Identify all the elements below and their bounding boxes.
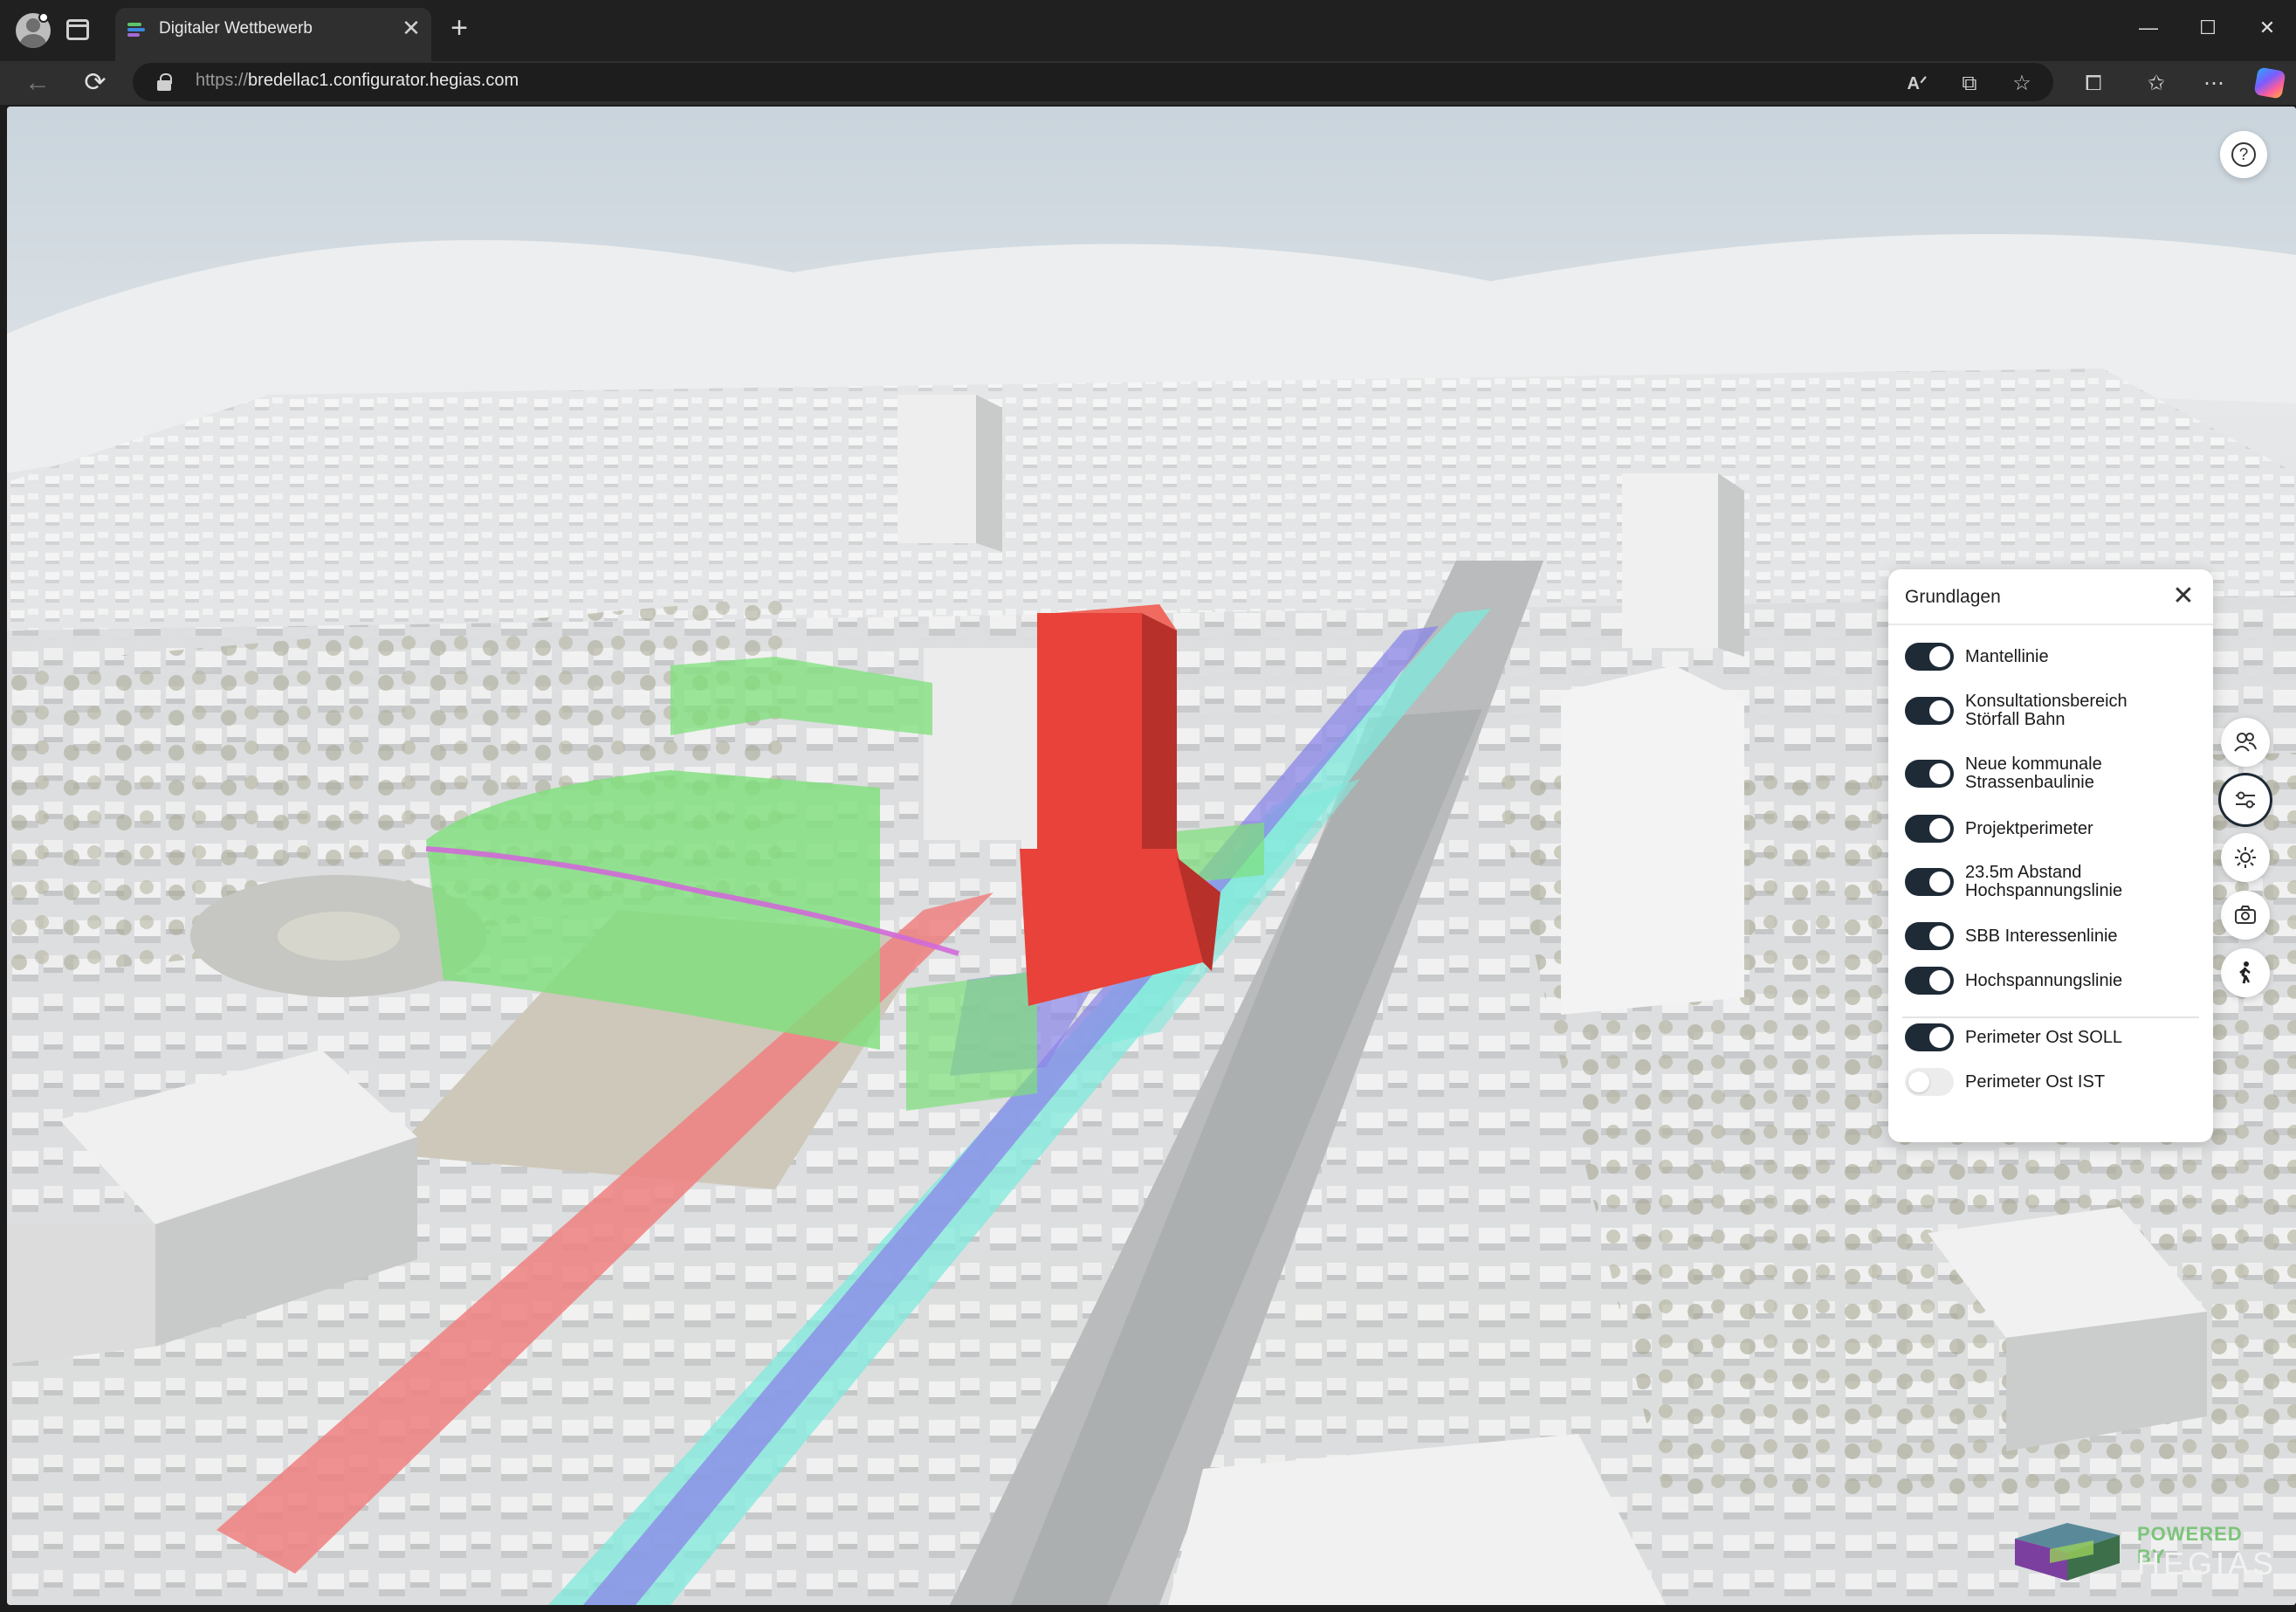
layer-toggle[interactable] — [1905, 697, 1954, 725]
lock-icon[interactable] — [157, 73, 172, 91]
layer-toggle[interactable] — [1905, 1023, 1954, 1051]
favorite-star-icon[interactable]: ☆ — [2006, 68, 2038, 100]
layer-toggle[interactable] — [1905, 643, 1954, 671]
tab-actions-icon[interactable] — [66, 19, 89, 40]
layer-label: Konsultationsbereich Störfall Bahn — [1965, 692, 2128, 729]
layer-toggle[interactable] — [1905, 815, 1954, 843]
layers-sliders-icon — [2236, 791, 2255, 809]
people-icon — [2234, 733, 2257, 752]
walk-icon — [2239, 961, 2251, 984]
read-aloud-icon[interactable]: Aᐟ — [1901, 68, 1933, 100]
minimize-button[interactable]: — — [2128, 10, 2169, 45]
help-button[interactable]: ? — [2220, 131, 2267, 178]
layer-label: SBB Interessenlinie — [1965, 927, 2118, 946]
powered-by-hegias-logo: POWERED BY HEGIAS — [2015, 1518, 2277, 1588]
layer-toggle[interactable] — [1905, 760, 1954, 788]
tab-close-icon[interactable]: ✕ — [398, 15, 424, 41]
reload-button[interactable]: ⟳ — [77, 65, 113, 101]
layer-label: Hochspannungslinie — [1965, 971, 2123, 990]
tab-favicon-icon — [127, 23, 145, 37]
layer-toggle[interactable] — [1905, 922, 1954, 950]
sun-tool-button[interactable] — [2221, 833, 2270, 882]
hegias-logo-icon — [2015, 1523, 2120, 1581]
close-window-button[interactable]: ✕ — [2247, 10, 2287, 45]
copilot-icon[interactable] — [2253, 66, 2286, 100]
help-icon: ? — [2231, 142, 2256, 167]
camera-icon — [2235, 906, 2256, 924]
walk-tool-button[interactable] — [2221, 948, 2270, 997]
layer-label: Projektperimeter — [1965, 819, 2093, 838]
favorites-icon[interactable]: ✩ — [2141, 68, 2172, 100]
layer-label: Perimeter Ost SOLL — [1965, 1028, 2123, 1047]
more-icon[interactable]: ⋯ — [2198, 68, 2230, 100]
panel-divider — [1888, 623, 2213, 625]
layer-label: Mantellinie — [1965, 647, 2049, 666]
3d-viewport[interactable]: ? Grundlagen ✕ Mantellinie Konsultations… — [7, 107, 2296, 1605]
url-protocol: https:// — [196, 71, 249, 90]
app-available-icon[interactable]: ⧉ — [1954, 68, 1985, 100]
panel-close-icon[interactable]: ✕ — [2168, 582, 2199, 613]
grundlagen-panel: Grundlagen ✕ Mantellinie Konsultationsbe… — [1888, 569, 2213, 1142]
layer-toggle[interactable] — [1905, 967, 1954, 995]
layer-toggle[interactable] — [1905, 1068, 1954, 1096]
panel-title: Grundlagen — [1905, 587, 2001, 607]
layer-label: 23.5m Abstand Hochspannungslinie — [1965, 863, 2123, 900]
sun-icon — [2235, 847, 2256, 868]
url-text[interactable]: https://bredellac1.configurator.hegias.c… — [196, 71, 519, 91]
people-tool-button[interactable] — [2221, 718, 2270, 767]
camera-tool-button[interactable] — [2221, 891, 2270, 940]
layer-toggle[interactable] — [1905, 868, 1954, 896]
layer-group-divider — [1902, 1016, 2199, 1018]
layer-label: Perimeter Ost IST — [1965, 1072, 2106, 1092]
layers-tool-button[interactable] — [2221, 775, 2270, 824]
new-tab-button[interactable]: + — [443, 12, 475, 44]
hegias-wordmark: HEGIAS — [2137, 1546, 2278, 1581]
layer-label: Neue kommunale Strassenbaulinie — [1965, 754, 2102, 792]
profile-status-dot — [38, 12, 49, 23]
url-host: bredellac1.configurator.hegias.com — [248, 71, 519, 90]
tab-title: Digitaler Wettbewerb — [159, 19, 313, 38]
extensions-icon[interactable]: ⧠ — [2078, 68, 2109, 100]
maximize-button[interactable]: ☐ — [2188, 10, 2228, 45]
back-button[interactable]: ← — [19, 65, 56, 101]
